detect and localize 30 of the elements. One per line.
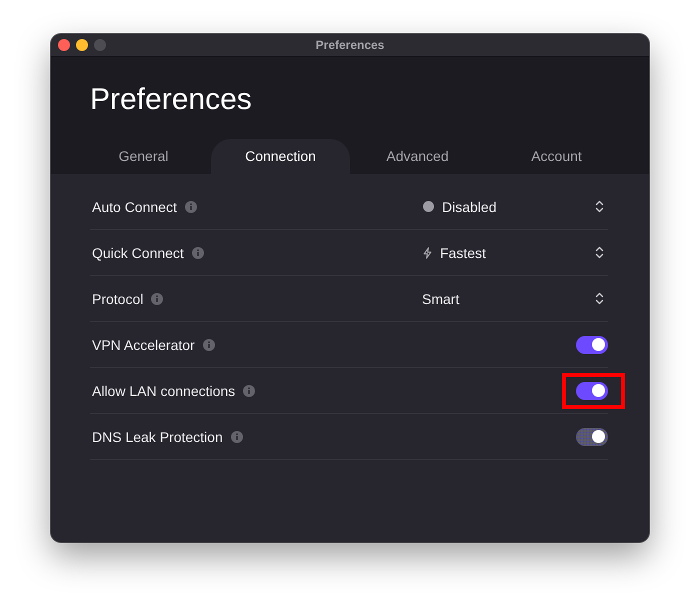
tab[interactable]: Connection [211, 139, 350, 174]
page-heading: Preferences [90, 82, 252, 118]
close-button[interactable] [58, 39, 70, 51]
info-icon[interactable] [192, 246, 204, 258]
tab[interactable]: General [74, 139, 213, 174]
toggle-switch[interactable] [576, 382, 608, 400]
toggle-switch[interactable] [576, 336, 608, 354]
info-icon[interactable] [184, 200, 197, 212]
window-title: Preferences [316, 38, 384, 52]
setting-label: Protocol [92, 290, 144, 306]
setting-label: Allow LAN connections [92, 382, 236, 398]
chevron-up-down-icon [595, 292, 604, 305]
status-dot-icon [423, 201, 434, 212]
chevron-up-down-icon [595, 200, 604, 213]
minimize-button[interactable] [76, 39, 88, 51]
info-icon[interactable] [230, 430, 243, 442]
setting-label: Auto Connect [92, 198, 177, 214]
info-icon[interactable] [151, 292, 164, 304]
info-icon[interactable] [202, 338, 215, 350]
info-icon[interactable] [243, 384, 256, 396]
setting-label: Quick Connect [92, 244, 184, 260]
lightning-bolt-icon [423, 246, 432, 258]
tab[interactable]: Advanced [348, 139, 487, 174]
dropdown[interactable]: Disabled [422, 194, 608, 218]
tab[interactable]: Account [487, 139, 626, 174]
dropdown[interactable]: Fastest [422, 240, 608, 264]
setting-label: DNS Leak Protection [92, 428, 223, 444]
setting-label: VPN Accelerator [92, 336, 195, 352]
chevron-up-down-icon [595, 246, 604, 259]
dropdown[interactable]: Smart [422, 286, 608, 310]
